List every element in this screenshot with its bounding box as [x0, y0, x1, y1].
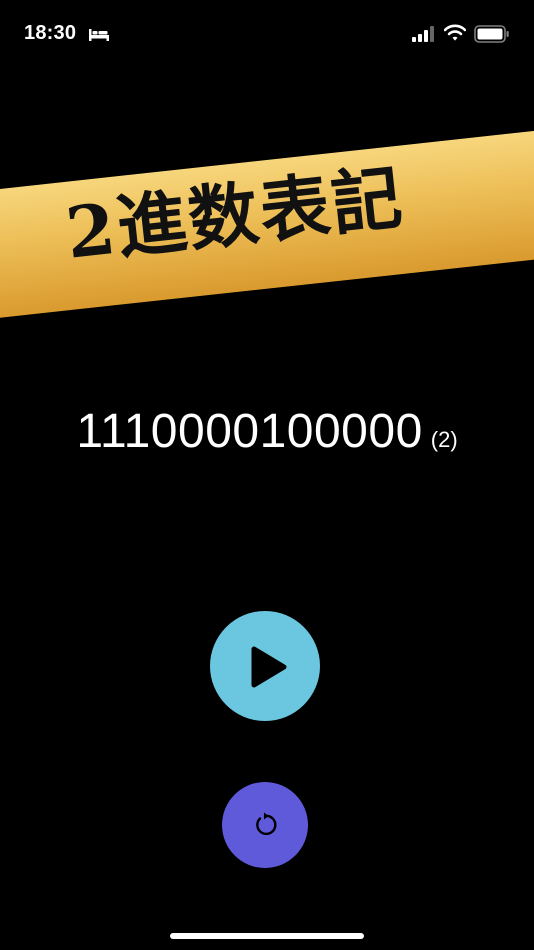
reset-icon: [256, 812, 277, 836]
play-icon: [251, 646, 287, 688]
page-title: 2進数表記: [62, 155, 408, 275]
binary-value: 1110000100000: [76, 405, 423, 458]
reset-button[interactable]: [222, 782, 308, 868]
play-button[interactable]: [210, 611, 320, 721]
title-area: 2進数表記: [0, 0, 534, 450]
base-label: (2): [430, 427, 458, 452]
home-indicator[interactable]: [170, 933, 364, 939]
number-display: 1110000100000 (2): [0, 404, 534, 459]
